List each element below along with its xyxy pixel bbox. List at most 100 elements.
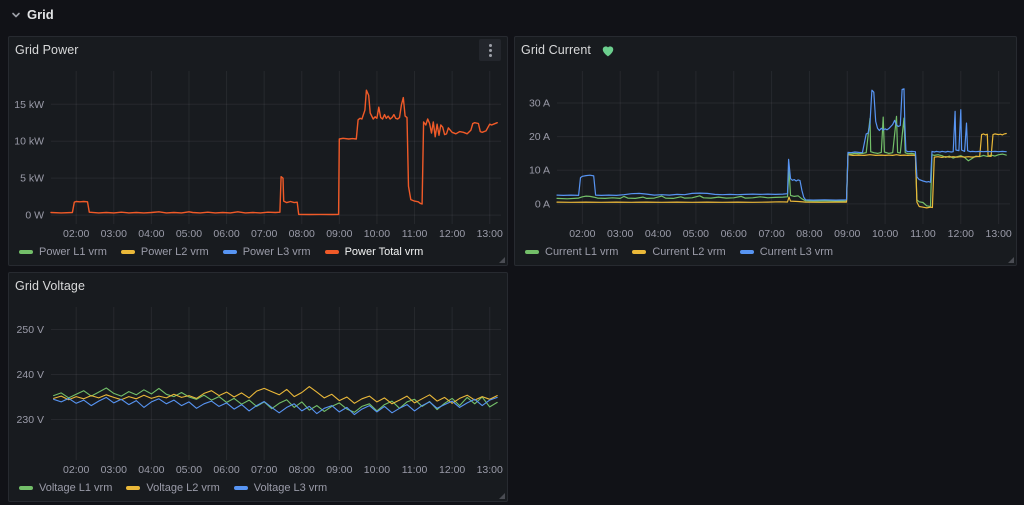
y-tick-label: 0 A <box>535 198 550 210</box>
legend-swatch <box>632 250 647 254</box>
legend-grid-current: Current L1 vrm Current L2 vrm Current L3 v… <box>515 241 1016 265</box>
panel-resize-handle[interactable] <box>499 493 505 499</box>
x-tick-label: 12:00 <box>439 228 465 240</box>
x-tick-label: 10:00 <box>364 228 390 240</box>
panel-grid-power: Grid Power 02:00 03:00 04:00 05:00 06:00 07:0… <box>8 36 508 266</box>
x-tick-label: 09:00 <box>326 464 352 476</box>
x-tick-label: 07:00 <box>251 228 277 240</box>
panel-grid-current: Grid Current 02:00 03:00 04:00 05:00 06:00 07… <box>514 36 1017 266</box>
legend-label: Power L1 vrm <box>39 246 107 258</box>
legend-swatch <box>324 250 339 254</box>
x-tick-label: 02:00 <box>569 228 595 240</box>
legend-swatch <box>525 250 539 254</box>
x-tick-label: 12:00 <box>439 464 465 476</box>
legend-label: Current L1 vrm <box>545 246 619 258</box>
legend-swatch <box>222 250 237 254</box>
legend-swatch <box>126 486 141 490</box>
y-tick-label: 5 kW <box>20 173 44 185</box>
y-tick-label: 250 V <box>17 324 44 336</box>
x-tick-label: 04:00 <box>138 228 164 240</box>
panel-resize-handle[interactable] <box>1008 257 1014 263</box>
y-tick-label: 230 V <box>17 414 44 426</box>
legend-grid-voltage: Voltage L1 vrm Voltage L2 vrm Voltage L3 v… <box>9 477 507 501</box>
x-tick-label: 11:00 <box>402 464 428 476</box>
x-tick-label: 07:00 <box>758 228 784 240</box>
x-tick-label: 07:00 <box>251 464 277 476</box>
legend-swatch <box>233 486 248 490</box>
legend-item-power-l2-vrm[interactable]: Power L2 vrm <box>120 246 209 258</box>
panel-grid-voltage: Grid Voltage 02:00 03:00 04:00 05:00 06:00 07… <box>8 272 508 502</box>
x-tick-label: 09:00 <box>834 228 860 240</box>
row-header-grid[interactable]: Grid <box>10 7 54 22</box>
chart-grid-voltage[interactable]: 02:00 03:00 04:00 05:00 06:00 07:00 08:00 09:00… <box>9 299 507 477</box>
panel-title: Grid Voltage <box>15 279 85 293</box>
legend-label: Power L3 vrm <box>242 246 311 258</box>
x-tick-label: 06:00 <box>213 464 239 476</box>
legend-item-current-l3-vrm[interactable]: Current L3 vrm <box>739 246 834 258</box>
series-line-current-l1-vrm <box>556 115 1007 208</box>
x-tick-label: 03:00 <box>101 228 127 240</box>
legend-item-voltage-l2-vrm[interactable]: Voltage L2 vrm <box>126 482 220 494</box>
x-tick-label: 06:00 <box>213 228 239 240</box>
legend-swatch <box>739 250 754 254</box>
row-title: Grid <box>27 7 54 22</box>
legend-label: Voltage L2 vrm <box>146 482 220 494</box>
legend-grid-power: Power L1 vrm Power L2 vrm Power L3 vrm Powe… <box>9 241 507 265</box>
y-tick-label: 30 A <box>529 97 550 109</box>
legend-label: Current L3 vrm <box>759 246 834 258</box>
y-tick-label: 10 A <box>529 165 550 177</box>
legend-label: Power Total vrm <box>344 246 424 258</box>
panel-header[interactable]: Grid Current <box>515 37 1016 63</box>
kebab-menu-icon[interactable] <box>479 39 501 61</box>
legend-swatch <box>120 250 135 254</box>
legend-label: Voltage L1 vrm <box>39 482 113 494</box>
x-tick-label: 13:00 <box>477 464 503 476</box>
x-tick-label: 12:00 <box>948 228 974 240</box>
legend-item-power-l3-vrm[interactable]: Power L3 vrm <box>222 246 311 258</box>
x-tick-label: 08:00 <box>796 228 822 240</box>
panel-header[interactable]: Grid Voltage <box>9 273 507 299</box>
x-tick-label: 05:00 <box>683 228 709 240</box>
legend-label: Current L2 vrm <box>652 246 726 258</box>
chart-grid-power[interactable]: 02:00 03:00 04:00 05:00 06:00 07:00 08:00 09:00… <box>9 63 507 241</box>
y-tick-label: 20 A <box>529 131 550 143</box>
x-tick-label: 06:00 <box>721 228 747 240</box>
series-line-power-total-vrm <box>50 89 498 216</box>
legend-item-current-l1-vrm[interactable]: Current L1 vrm <box>525 246 618 258</box>
legend-label: Voltage L3 vrm <box>253 482 328 494</box>
x-tick-label: 02:00 <box>63 228 89 240</box>
legend-item-voltage-l1-vrm[interactable]: Voltage L1 vrm <box>19 482 112 494</box>
legend-label: Power L2 vrm <box>140 246 209 258</box>
panel-title: Grid Power <box>15 43 79 57</box>
legend-item-power-l1-vrm[interactable]: Power L1 vrm <box>19 246 107 258</box>
chevron-down-icon <box>10 9 22 21</box>
x-tick-label: 05:00 <box>176 464 202 476</box>
y-tick-label: 240 V <box>17 369 44 381</box>
x-tick-label: 02:00 <box>63 464 89 476</box>
x-tick-label: 04:00 <box>138 464 164 476</box>
x-tick-label: 13:00 <box>477 228 503 240</box>
legend-swatch <box>19 486 33 490</box>
x-tick-label: 08:00 <box>289 228 315 240</box>
x-tick-label: 03:00 <box>101 464 127 476</box>
x-tick-label: 10:00 <box>872 228 898 240</box>
y-tick-label: 15 kW <box>14 99 44 111</box>
series-line-current-l3-vrm <box>556 88 1007 201</box>
x-tick-label: 11:00 <box>910 228 936 240</box>
panel-title: Grid Current <box>521 43 591 57</box>
x-tick-label: 13:00 <box>986 228 1012 240</box>
legend-swatch <box>19 250 33 254</box>
legend-item-voltage-l3-vrm[interactable]: Voltage L3 vrm <box>233 482 328 494</box>
x-tick-label: 08:00 <box>289 464 315 476</box>
heart-icon <box>601 44 615 57</box>
legend-item-current-l2-vrm[interactable]: Current L2 vrm <box>632 246 726 258</box>
x-tick-label: 10:00 <box>364 464 390 476</box>
y-tick-label: 0 W <box>25 210 44 222</box>
chart-grid-current[interactable]: 02:00 03:00 04:00 05:00 06:00 07:00 08:00 09:00… <box>515 63 1016 241</box>
x-tick-label: 03:00 <box>607 228 633 240</box>
panel-resize-handle[interactable] <box>499 257 505 263</box>
x-tick-label: 04:00 <box>645 228 671 240</box>
panel-header[interactable]: Grid Power <box>9 37 507 63</box>
legend-item-power-total-vrm[interactable]: Power Total vrm <box>324 246 424 258</box>
x-tick-label: 11:00 <box>402 228 428 240</box>
